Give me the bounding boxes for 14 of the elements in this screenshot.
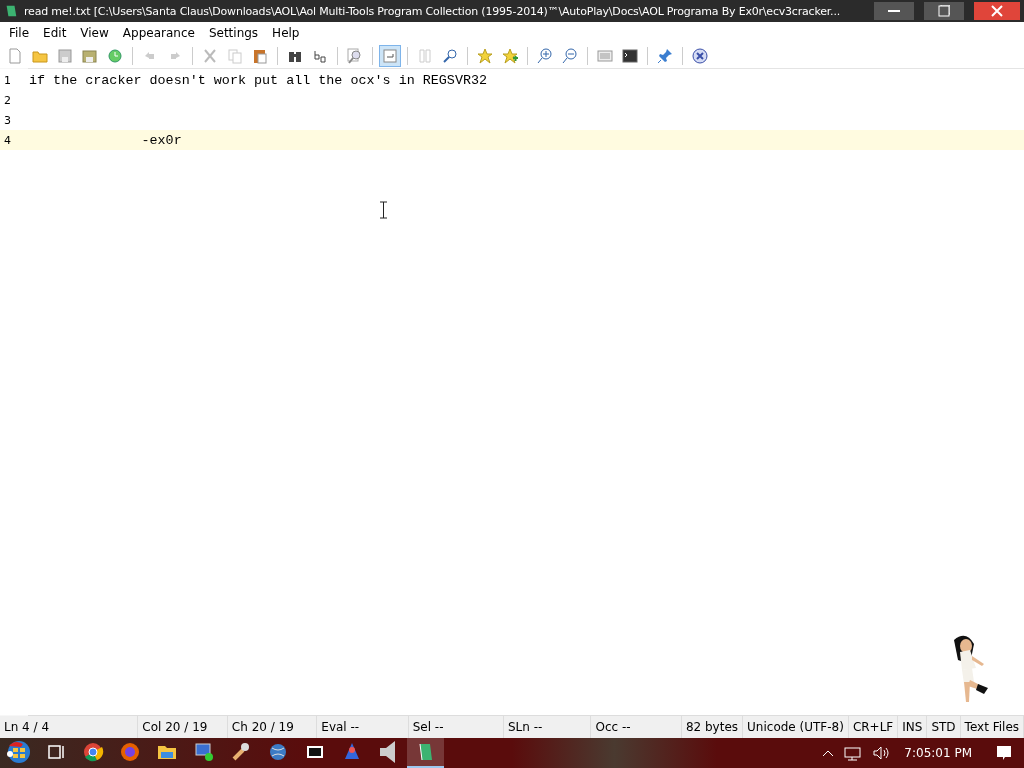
menu-item[interactable]: Settings bbox=[201, 26, 266, 40]
line-number: 2 bbox=[3, 93, 12, 107]
code-line: -ex0r bbox=[140, 132, 182, 148]
menu-item[interactable]: Help bbox=[265, 26, 307, 40]
line-number: 1 bbox=[3, 73, 12, 87]
menu-item[interactable]: File bbox=[2, 26, 37, 40]
menu-item[interactable]: Appearance bbox=[115, 26, 202, 40]
line-number: 4 bbox=[3, 133, 12, 147]
line-number: 3 bbox=[3, 113, 12, 127]
window-title: read me!.txt [C:\Users\Santa Claus\Downloads\AOL\Aol Multi-Tools Program Collection (1995-2014)™\AutoPlay\Docs\AOL Programa By Ex0r\ecv3cracker... bbox=[24, 4, 841, 18]
menu-item[interactable]: Edit bbox=[36, 26, 74, 40]
menu-item[interactable]: View bbox=[73, 26, 116, 40]
clock[interactable]: 7:05:01 PM bbox=[904, 746, 972, 760]
code-line: if the cracker doesn't work put all the ocx's in REGSVR32 bbox=[28, 72, 488, 88]
